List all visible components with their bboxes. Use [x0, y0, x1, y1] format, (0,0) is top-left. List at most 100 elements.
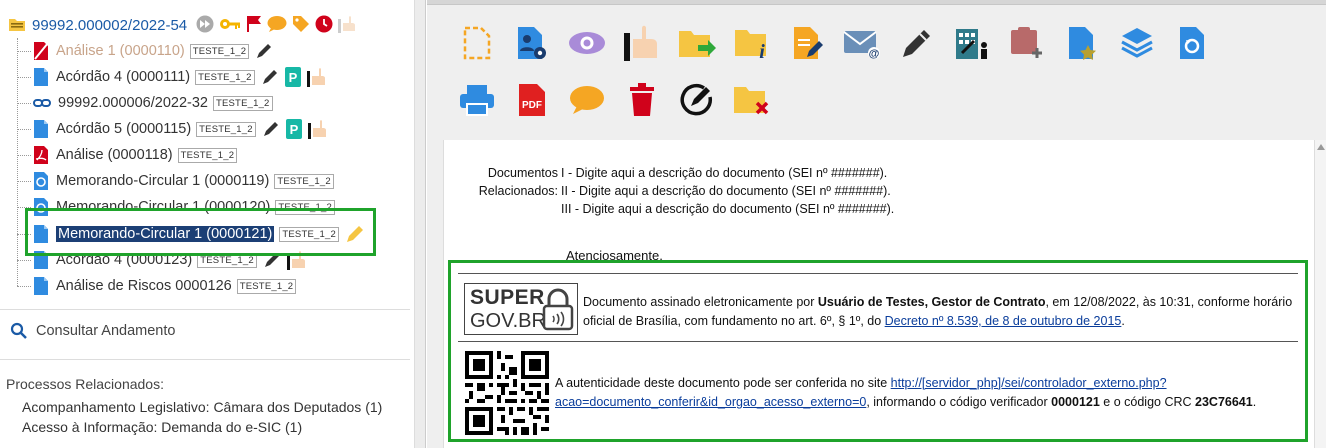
auth-text-part: .: [1252, 395, 1257, 409]
tree-node-label[interactable]: Memorando-Circular 1 (0000119): [56, 173, 269, 189]
tag-icon[interactable]: [292, 15, 310, 36]
hand-block-icon[interactable]: [622, 23, 662, 63]
document-icon: [34, 68, 48, 86]
tree-node-label[interactable]: Análise (0000118): [56, 147, 173, 163]
auth-text-part: , informando o código verificador: [866, 395, 1052, 409]
marker-tag: TESTE_1_2: [236, 278, 297, 294]
tree-branch: [17, 259, 31, 261]
key-icon[interactable]: [219, 17, 241, 34]
fast-forward-icon[interactable]: [196, 15, 214, 36]
hand-icon[interactable]: [307, 119, 330, 139]
cancelled-document-icon: [34, 42, 49, 60]
tree-node-label[interactable]: Análise de Riscos 0000126: [56, 278, 232, 294]
auth-text-part: e o código CRC: [1099, 395, 1196, 409]
tree-node-label[interactable]: 99992.000006/2022-32: [58, 95, 208, 111]
related-process-link[interactable]: Acompanhamento Legislativo: Câmara dos D…: [22, 399, 382, 415]
rel-item: I - Digite aqui a descrição do documento…: [561, 166, 888, 180]
layers-icon[interactable]: [1117, 23, 1157, 63]
rel-item: II - Digite aqui a descrição do document…: [561, 184, 891, 198]
svg-text:P: P: [289, 122, 298, 137]
consultar-andamento-label[interactable]: Consultar Andamento: [36, 323, 175, 339]
circular-document-icon: [34, 172, 48, 190]
divider: [458, 341, 1298, 342]
process-number-link[interactable]: 99992.000002/2022-54: [32, 17, 187, 34]
folder-info-icon[interactable]: i: [732, 23, 772, 63]
toolbar-row-2: PDF: [457, 80, 787, 120]
top-strip: [427, 0, 1326, 5]
toolbar-row-1: i @: [457, 23, 1227, 63]
svg-text:P: P: [288, 70, 297, 85]
send-folder-icon[interactable]: [677, 23, 717, 63]
tree-node-label[interactable]: Acórdão 5 (0000115): [56, 121, 191, 137]
svg-text:PDF: PDF: [522, 100, 542, 111]
pen-icon[interactable]: [262, 120, 280, 138]
crc-code: 23C76641: [1195, 395, 1253, 409]
folder-icon[interactable]: [8, 16, 26, 35]
favorite-document-icon[interactable]: [1062, 23, 1102, 63]
comment-icon[interactable]: [267, 15, 287, 36]
tree-node-analise-riscos[interactable]: Análise de Riscos 0000126 TESTE_1_2: [17, 275, 297, 297]
delete-icon[interactable]: [622, 80, 662, 120]
add-block-icon[interactable]: [1007, 23, 1047, 63]
edit-document-icon[interactable]: [787, 23, 827, 63]
logo-text: GOV.BR: [470, 310, 546, 332]
clock-icon[interactable]: [315, 15, 333, 36]
marker-tag: TESTE_1_2: [195, 69, 255, 85]
tree-node-analise-pdf[interactable]: Análise (0000118) TESTE_1_2: [17, 144, 238, 166]
finalize-icon[interactable]: [677, 80, 717, 120]
authenticity-text: A autenticidade deste documento pode ser…: [555, 374, 1305, 412]
pen-icon[interactable]: [255, 42, 273, 60]
sig-text-part: Documento assinado eletronicamente por: [583, 295, 818, 309]
tree-node-acordao-4[interactable]: Acórdão 4 (0000111) TESTE_1_2 P: [17, 66, 329, 88]
tree-root: 99992.000002/2022-54: [8, 14, 358, 36]
tree-branch: [17, 154, 31, 156]
circular-document-icon[interactable]: [1172, 23, 1212, 63]
document-icon: [34, 277, 48, 295]
folder-delete-icon[interactable]: [732, 80, 772, 120]
processos-relacionados-title: Processos Relacionados:: [6, 376, 164, 392]
tree-node-analise-1[interactable]: Análise 1 (0000110) TESTE_1_2: [17, 40, 273, 62]
tree-node-label[interactable]: Acórdão 4 (0000111): [56, 69, 190, 85]
published-icon[interactable]: P: [284, 67, 301, 87]
building-user-icon[interactable]: [952, 23, 992, 63]
verification-code: 0000121: [1051, 395, 1100, 409]
comment-icon[interactable]: [567, 80, 607, 120]
tree-node-linked-process[interactable]: 99992.000006/2022-32 TESTE_1_2: [17, 92, 273, 114]
marker-tag: TESTE_1_2: [177, 147, 238, 163]
panel-splitter[interactable]: [414, 0, 426, 448]
tree-node-acordao-5[interactable]: Acórdão 5 (0000115) TESTE_1_2 P: [17, 118, 330, 140]
process-tree-panel: 99992.000002/2022-54 Análise 1 (0000110)…: [0, 0, 414, 448]
marker-tag: TESTE_1_2: [189, 43, 250, 59]
include-document-icon[interactable]: [457, 23, 497, 63]
email-icon[interactable]: @: [842, 23, 882, 63]
tree-node-memorando-119[interactable]: Memorando-Circular 1 (0000119) TESTE_1_2: [17, 170, 334, 192]
divider: [0, 309, 410, 310]
related-process-link[interactable]: Acesso à Informação: Demanda do e-SIC (1…: [22, 419, 302, 435]
pdf-icon[interactable]: PDF: [512, 80, 552, 120]
super-govbr-logo: SUPER GOV.BR: [464, 283, 578, 335]
consultar-andamento-link[interactable]: Consultar Andamento: [10, 322, 175, 340]
tree-branch: [17, 76, 31, 78]
signature-text: Documento assinado eletronicamente por U…: [583, 293, 1303, 331]
pen-icon[interactable]: [261, 68, 279, 86]
hand-icon[interactable]: [338, 15, 358, 36]
search-icon: [10, 322, 27, 339]
link-icon: [33, 99, 51, 107]
divider: [0, 359, 410, 360]
document-panel: i @ PDF Documentos Relacionados: I - Dig…: [427, 0, 1326, 448]
sign-pen-icon[interactable]: [897, 23, 937, 63]
tree-branch: [17, 285, 31, 287]
signature-block-highlight: SUPER GOV.BR Documento assinado eletroni…: [448, 260, 1308, 442]
hand-icon[interactable]: [306, 67, 329, 87]
marker-tag: TESTE_1_2: [274, 173, 334, 189]
document-scrollbar[interactable]: [1315, 140, 1326, 448]
published-icon[interactable]: P: [285, 119, 302, 139]
view-eye-icon[interactable]: [567, 23, 607, 63]
decreto-link[interactable]: Decreto nº 8.539, de 8 de outubro de 201…: [885, 314, 1122, 328]
tree-node-label[interactable]: Análise 1 (0000110): [56, 43, 185, 59]
scroll-up-arrow-icon[interactable]: [1317, 144, 1325, 150]
flag-icon[interactable]: [246, 15, 262, 36]
print-icon[interactable]: [457, 80, 497, 120]
user-settings-document-icon[interactable]: [512, 23, 552, 63]
svg-text:i: i: [759, 41, 765, 60]
